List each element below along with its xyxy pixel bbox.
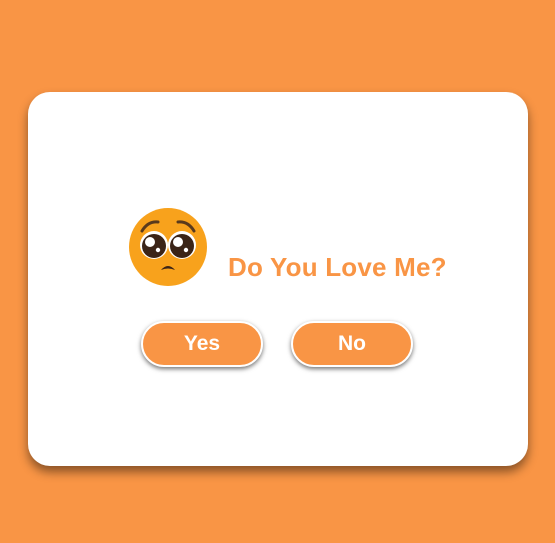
no-button[interactable]: No [291,321,413,367]
question-row: Do You Love Me? [128,207,458,287]
dialog-card: Do You Love Me? Yes No [28,92,528,466]
yes-button[interactable]: Yes [141,321,263,367]
question-text: Do You Love Me? [228,252,447,282]
pleading-face-icon [128,207,208,287]
